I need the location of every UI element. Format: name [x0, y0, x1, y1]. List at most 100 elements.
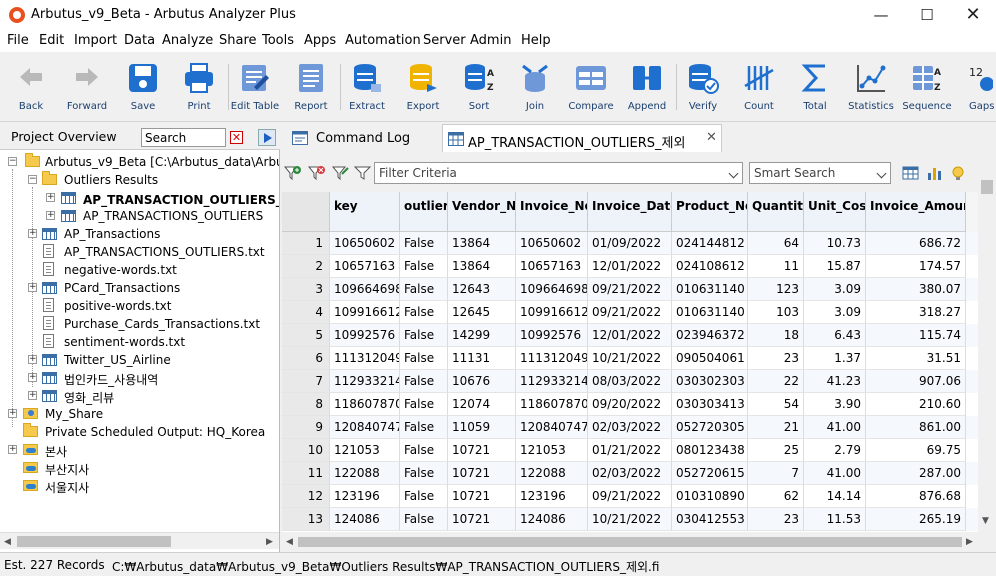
table-cell[interactable]: 09/21/2022	[588, 301, 672, 324]
table-cell[interactable]: 052720615	[672, 462, 748, 485]
table-cell[interactable]: 08/03/2022	[588, 370, 672, 393]
export-button[interactable]: Export	[395, 56, 451, 118]
total-button[interactable]: Total	[787, 56, 843, 118]
column-header-quantity[interactable]: Quantity	[748, 192, 804, 232]
filter-criteria-dropdown[interactable]: Filter Criteria	[374, 162, 743, 184]
table-cell[interactable]: 10650602	[516, 232, 588, 255]
tree-item-ap-transactions-outliers[interactable]: + AP_TRANSACTIONS_OUTLIERS	[46, 207, 278, 225]
table-row[interactable]: 12 123196 False 10721 123196 09/21/2022 010310…	[282, 485, 978, 508]
table-cell[interactable]: 15.87	[804, 255, 866, 278]
table-row[interactable]: 10 121053 False 10721 121053 01/21/2022 080123…	[282, 439, 978, 462]
table-cell[interactable]: 118607870	[516, 393, 588, 416]
table-cell[interactable]: 10657163	[330, 255, 400, 278]
tree-horizontal-scrollbar[interactable]: ◀ ▶	[0, 532, 279, 549]
tree-item-ap-transactions[interactable]: + AP_Transactions	[28, 225, 278, 243]
table-cell[interactable]: 6.43	[804, 324, 866, 347]
table-cell[interactable]: 10992576	[330, 324, 400, 347]
table-cell[interactable]: 123	[748, 278, 804, 301]
table-cell[interactable]: 024144812	[672, 232, 748, 255]
tree-item-seoul-branch[interactable]: 서울지사	[8, 477, 278, 495]
table-row[interactable]: 8 118607870 False 12074 118607870 09/20/2022 0…	[282, 393, 978, 416]
table-cell[interactable]: False	[400, 416, 448, 439]
column-header-key[interactable]: key	[330, 192, 400, 232]
filter-icon[interactable]	[354, 165, 372, 181]
tree-item-movie-review[interactable]: + 영화_리뷰	[28, 387, 278, 405]
grid-horizontal-scrollbar[interactable]: ◀ ▶	[282, 532, 978, 552]
table-cell[interactable]: 109664698	[330, 278, 400, 301]
table-cell[interactable]: 3.09	[804, 301, 866, 324]
gaps-button[interactable]: 12 Gaps	[955, 56, 995, 118]
table-cell[interactable]: 1.37	[804, 347, 866, 370]
table-cell[interactable]: 54	[748, 393, 804, 416]
scroll-right-icon[interactable]: ▶	[966, 537, 973, 547]
tree-item-twitter-us-airline[interactable]: + Twitter_US_Airline	[28, 351, 278, 369]
table-cell[interactable]: 111312049	[330, 347, 400, 370]
column-header-invoice-date[interactable]: Invoice_Date	[588, 192, 672, 232]
table-cell[interactable]: 41.23	[804, 370, 866, 393]
table-cell[interactable]: False	[400, 278, 448, 301]
table-cell[interactable]: 287.00	[866, 462, 966, 485]
table-cell[interactable]: 123196	[516, 485, 588, 508]
expand-toggle-icon[interactable]: +	[46, 211, 55, 220]
table-view-icon[interactable]	[902, 165, 920, 181]
back-button[interactable]: Back	[3, 56, 59, 118]
table-cell[interactable]: 876.68	[866, 485, 966, 508]
table-cell[interactable]: 11.53	[804, 508, 866, 531]
table-cell[interactable]: 124086	[516, 508, 588, 531]
project-search-input[interactable]	[141, 128, 226, 147]
add-filter-icon[interactable]	[284, 165, 302, 181]
table-cell[interactable]: 109916612	[516, 301, 588, 324]
table-cell[interactable]: 380.07	[866, 278, 966, 301]
table-cell[interactable]: False	[400, 462, 448, 485]
count-button[interactable]: Count	[731, 56, 787, 118]
table-cell[interactable]: 10992576	[516, 324, 588, 347]
table-cell[interactable]: 10721	[448, 485, 516, 508]
minimize-button[interactable]: —	[858, 0, 904, 30]
run-search-button[interactable]	[258, 129, 276, 146]
menu-import[interactable]: Import	[74, 33, 117, 48]
join-button[interactable]: Join	[507, 56, 563, 118]
table-cell[interactable]: 10721	[448, 462, 516, 485]
table-cell[interactable]: 10.73	[804, 232, 866, 255]
menu-automation[interactable]: Automation	[345, 33, 421, 48]
column-header-unit-cost[interactable]: Unit_Cost	[804, 192, 866, 232]
scrollbar-thumb[interactable]	[17, 536, 171, 547]
tree-item-pcard-transactions[interactable]: + PCard_Transactions	[28, 279, 278, 297]
table-cell[interactable]: 10657163	[516, 255, 588, 278]
grid-vertical-scrollbar[interactable]: ▼	[978, 178, 996, 532]
table-cell[interactable]: 18	[748, 324, 804, 347]
expand-toggle-icon[interactable]: +	[8, 409, 17, 418]
menu-analyze[interactable]: Analyze	[162, 33, 213, 48]
table-cell[interactable]: False	[400, 324, 448, 347]
edit-table-button[interactable]: Edit Table	[227, 56, 283, 118]
expand-toggle-icon[interactable]: +	[28, 283, 37, 292]
clear-search-icon[interactable]: ✕	[230, 131, 243, 144]
table-cell[interactable]: 030302303	[672, 370, 748, 393]
menu-admin[interactable]: Admin	[470, 33, 511, 48]
table-cell[interactable]: 12645	[448, 301, 516, 324]
table-cell[interactable]: 25	[748, 439, 804, 462]
table-cell[interactable]: 080123438	[672, 439, 748, 462]
table-cell[interactable]: 023946372	[672, 324, 748, 347]
table-cell[interactable]: 109916612	[330, 301, 400, 324]
menu-tools[interactable]: Tools	[262, 33, 294, 48]
table-cell[interactable]: 907.06	[866, 370, 966, 393]
table-cell[interactable]: 010310890	[672, 485, 748, 508]
tree-item-positive-words[interactable]: positive-words.txt	[42, 297, 278, 315]
menu-edit[interactable]: Edit	[39, 33, 64, 48]
table-cell[interactable]: 265.19	[866, 508, 966, 531]
table-cell[interactable]: 69.75	[866, 439, 966, 462]
table-cell[interactable]: False	[400, 347, 448, 370]
table-cell[interactable]: 010631140	[672, 278, 748, 301]
table-cell[interactable]: 030412553	[672, 508, 748, 531]
table-row[interactable]: 9 120840747 False 11059 120840747 02/03/2022 0…	[282, 416, 978, 439]
table-cell[interactable]: 210.60	[866, 393, 966, 416]
expand-toggle-icon[interactable]: +	[28, 355, 37, 364]
table-cell[interactable]: False	[400, 301, 448, 324]
table-cell[interactable]: 01/09/2022	[588, 232, 672, 255]
save-button[interactable]: Save	[115, 56, 171, 118]
table-cell[interactable]: 09/21/2022	[588, 485, 672, 508]
table-cell[interactable]: 10721	[448, 508, 516, 531]
table-cell[interactable]: False	[400, 232, 448, 255]
column-header-vendor-no[interactable]: Vendor_No	[448, 192, 516, 232]
